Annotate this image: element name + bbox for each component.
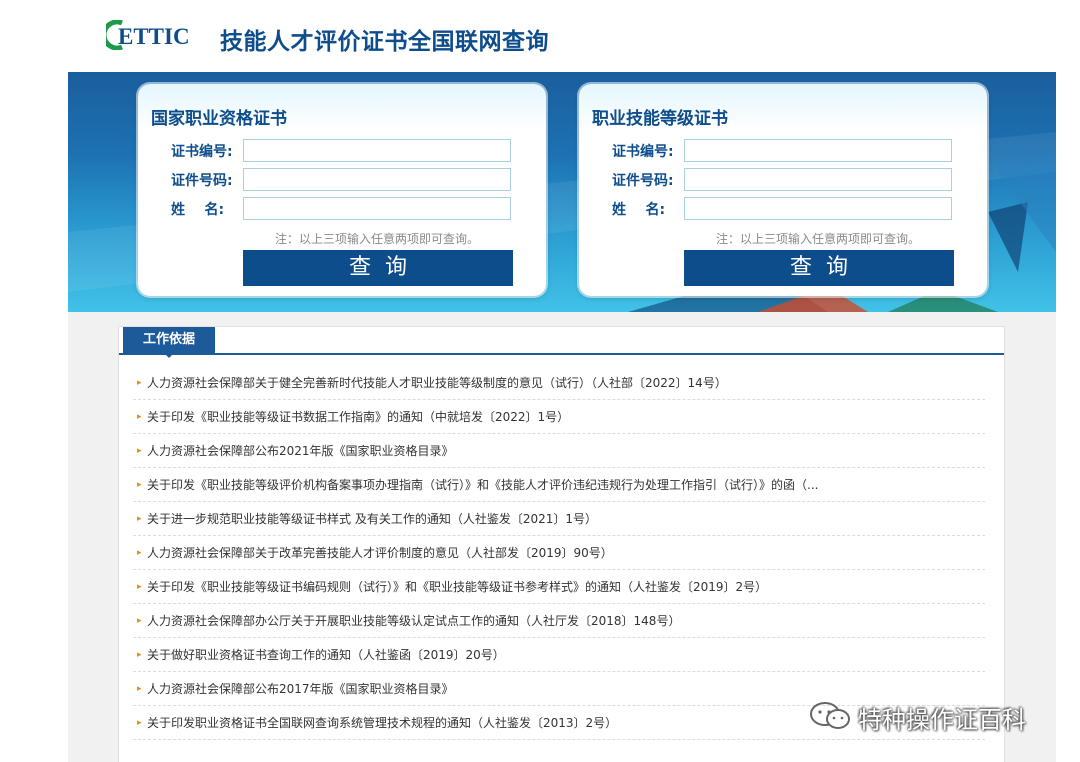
document-link-text[interactable]: 人力资源社会保障部公布2021年版《国家职业资格目录》	[147, 444, 454, 458]
document-link-text[interactable]: 人力资源社会保障部公布2017年版《国家职业资格目录》	[147, 682, 454, 696]
document-link-text[interactable]: 关于印发《职业技能等级证书数据工作指南》的通知（中就培发〔2022〕1号）	[147, 410, 569, 424]
document-list-item[interactable]: ▸ 关于印发《职业技能等级评价机构备案事项办理指南（试行）》和《技能人才评价违纪违…	[133, 469, 985, 502]
bullet-arrow-icon: ▸	[137, 412, 142, 422]
document-list-item[interactable]: ▸ 人力资源社会保障部办公厅关于开展职业技能等级认定试点工作的通知（人社厅发〔20…	[133, 605, 985, 638]
query-button[interactable]: 查询	[243, 250, 513, 286]
id-number-label: 证件号码:	[612, 173, 674, 189]
id-number-input[interactable]	[684, 168, 952, 191]
document-list-item[interactable]: ▸ 关于印发《职业技能等级证书编码规则（试行）》和《职业技能等级证书参考样式》的通…	[133, 571, 985, 604]
tab-pointer-icon	[164, 353, 174, 358]
document-link-text[interactable]: 人力资源社会保障部关于健全完善新时代技能人才职业技能等级制度的意见（试行）（人社…	[147, 376, 727, 390]
bullet-arrow-icon: ▸	[137, 446, 142, 456]
national-qualification-card: 国家职业资格证书 证书编号: 证件号码: 姓 名: 注：以上三项输入任意两项即可…	[138, 84, 546, 296]
document-list: ▸ 人力资源社会保障部关于健全完善新时代技能人才职业技能等级制度的意见（试行）（人…	[133, 367, 985, 740]
query-banner: 国家职业资格证书 证书编号: 证件号码: 姓 名: 注：以上三项输入任意两项即可…	[68, 72, 1056, 312]
bullet-arrow-icon: ▸	[137, 514, 142, 524]
document-link-text[interactable]: 关于做好职业资格证书查询工作的通知（人社鉴函〔2019〕20号）	[147, 648, 505, 662]
name-label: 姓 名:	[171, 202, 225, 218]
work-basis-panel: 工作依据 ▸ 人力资源社会保障部关于健全完善新时代技能人才职业技能等级制度的意见（…	[118, 326, 1005, 762]
certificate-number-input[interactable]	[684, 139, 952, 162]
document-link-text[interactable]: 关于印发《职业技能等级评价机构备案事项办理指南（试行）》和《技能人才评价违纪违规…	[147, 478, 818, 492]
query-button-label: 查询	[348, 255, 421, 280]
document-link-text[interactable]: 人力资源社会保障部关于改革完善技能人才评价制度的意见（人社部发〔2019〕90号…	[147, 546, 613, 560]
document-list-item[interactable]: ▸ 关于做好职业资格证书查询工作的通知（人社鉴函〔2019〕20号）	[133, 639, 985, 672]
document-link-text[interactable]: 人力资源社会保障部办公厅关于开展职业技能等级认定试点工作的通知（人社厅发〔201…	[147, 614, 680, 628]
site-title: 技能人才评价证书全国联网查询	[220, 29, 549, 55]
bullet-arrow-icon: ▸	[137, 718, 142, 728]
bullet-arrow-icon: ▸	[137, 684, 142, 694]
document-list-item[interactable]: ▸ 关于进一步规范职业技能等级证书样式 及有关工作的通知（人社鉴发〔2021〕1号…	[133, 503, 985, 536]
query-hint-note: 注：以上三项输入任意两项即可查询。	[274, 232, 479, 246]
site-header: ETTIC 技能人才评价证书全国联网查询	[0, 0, 1080, 72]
skill-level-card: 职业技能等级证书 证书编号: 证件号码: 姓 名: 注：以上三项输入任意两项即可…	[579, 84, 987, 296]
name-label: 姓 名:	[612, 202, 666, 218]
watermark-text: 特种操作证百科	[858, 706, 1026, 734]
certificate-number-label: 证书编号:	[171, 144, 233, 160]
document-list-item[interactable]: ▸ 关于印发《职业技能等级证书数据工作指南》的通知（中就培发〔2022〕1号）	[133, 401, 985, 434]
name-input[interactable]	[243, 197, 511, 220]
id-number-input[interactable]	[243, 168, 511, 191]
certificate-number-label: 证书编号:	[612, 144, 674, 160]
query-button[interactable]: 查询	[684, 250, 954, 286]
bullet-arrow-icon: ▸	[137, 582, 142, 592]
panel-tab-bar: 工作依据	[119, 327, 1004, 358]
bullet-arrow-icon: ▸	[137, 548, 142, 558]
query-button-label: 查询	[789, 255, 862, 280]
card-title: 国家职业资格证书	[151, 109, 287, 129]
document-list-item[interactable]: ▸ 人力资源社会保障部关于改革完善技能人才评价制度的意见（人社部发〔2019〕90…	[133, 537, 985, 570]
ettic-logo: ETTIC	[106, 20, 190, 50]
wechat-icon	[810, 702, 850, 729]
bullet-arrow-icon: ▸	[137, 616, 142, 626]
tab-work-basis[interactable]: 工作依据	[123, 327, 215, 353]
id-number-label: 证件号码:	[171, 173, 233, 189]
document-link-text[interactable]: 关于印发《职业技能等级证书编码规则（试行）》和《职业技能等级证书参考样式》的通知…	[147, 580, 767, 594]
document-list-item[interactable]: ▸ 人力资源社会保障部公布2021年版《国家职业资格目录》	[133, 435, 985, 468]
document-link-text[interactable]: 关于进一步规范职业技能等级证书样式 及有关工作的通知（人社鉴发〔2021〕1号）	[147, 512, 597, 526]
logo-text: ETTIC	[118, 24, 190, 49]
document-link-text[interactable]: 关于印发职业资格证书全国联网查询系统管理技术规程的通知（人社鉴发〔2013〕2号…	[147, 716, 617, 730]
watermark: 特种操作证百科	[808, 698, 1058, 734]
page-root: ETTIC 技能人才评价证书全国联网查询 国家职业资格证书 证书编号: 证件号码…	[0, 0, 1080, 762]
card-title: 职业技能等级证书	[592, 109, 728, 129]
certificate-number-input[interactable]	[243, 139, 511, 162]
bullet-arrow-icon: ▸	[137, 378, 142, 388]
document-list-item[interactable]: ▸ 人力资源社会保障部关于健全完善新时代技能人才职业技能等级制度的意见（试行）（人…	[133, 367, 985, 400]
bullet-arrow-icon: ▸	[137, 650, 142, 660]
name-input[interactable]	[684, 197, 952, 220]
query-hint-note: 注：以上三项输入任意两项即可查询。	[715, 232, 920, 246]
bullet-arrow-icon: ▸	[137, 480, 142, 490]
